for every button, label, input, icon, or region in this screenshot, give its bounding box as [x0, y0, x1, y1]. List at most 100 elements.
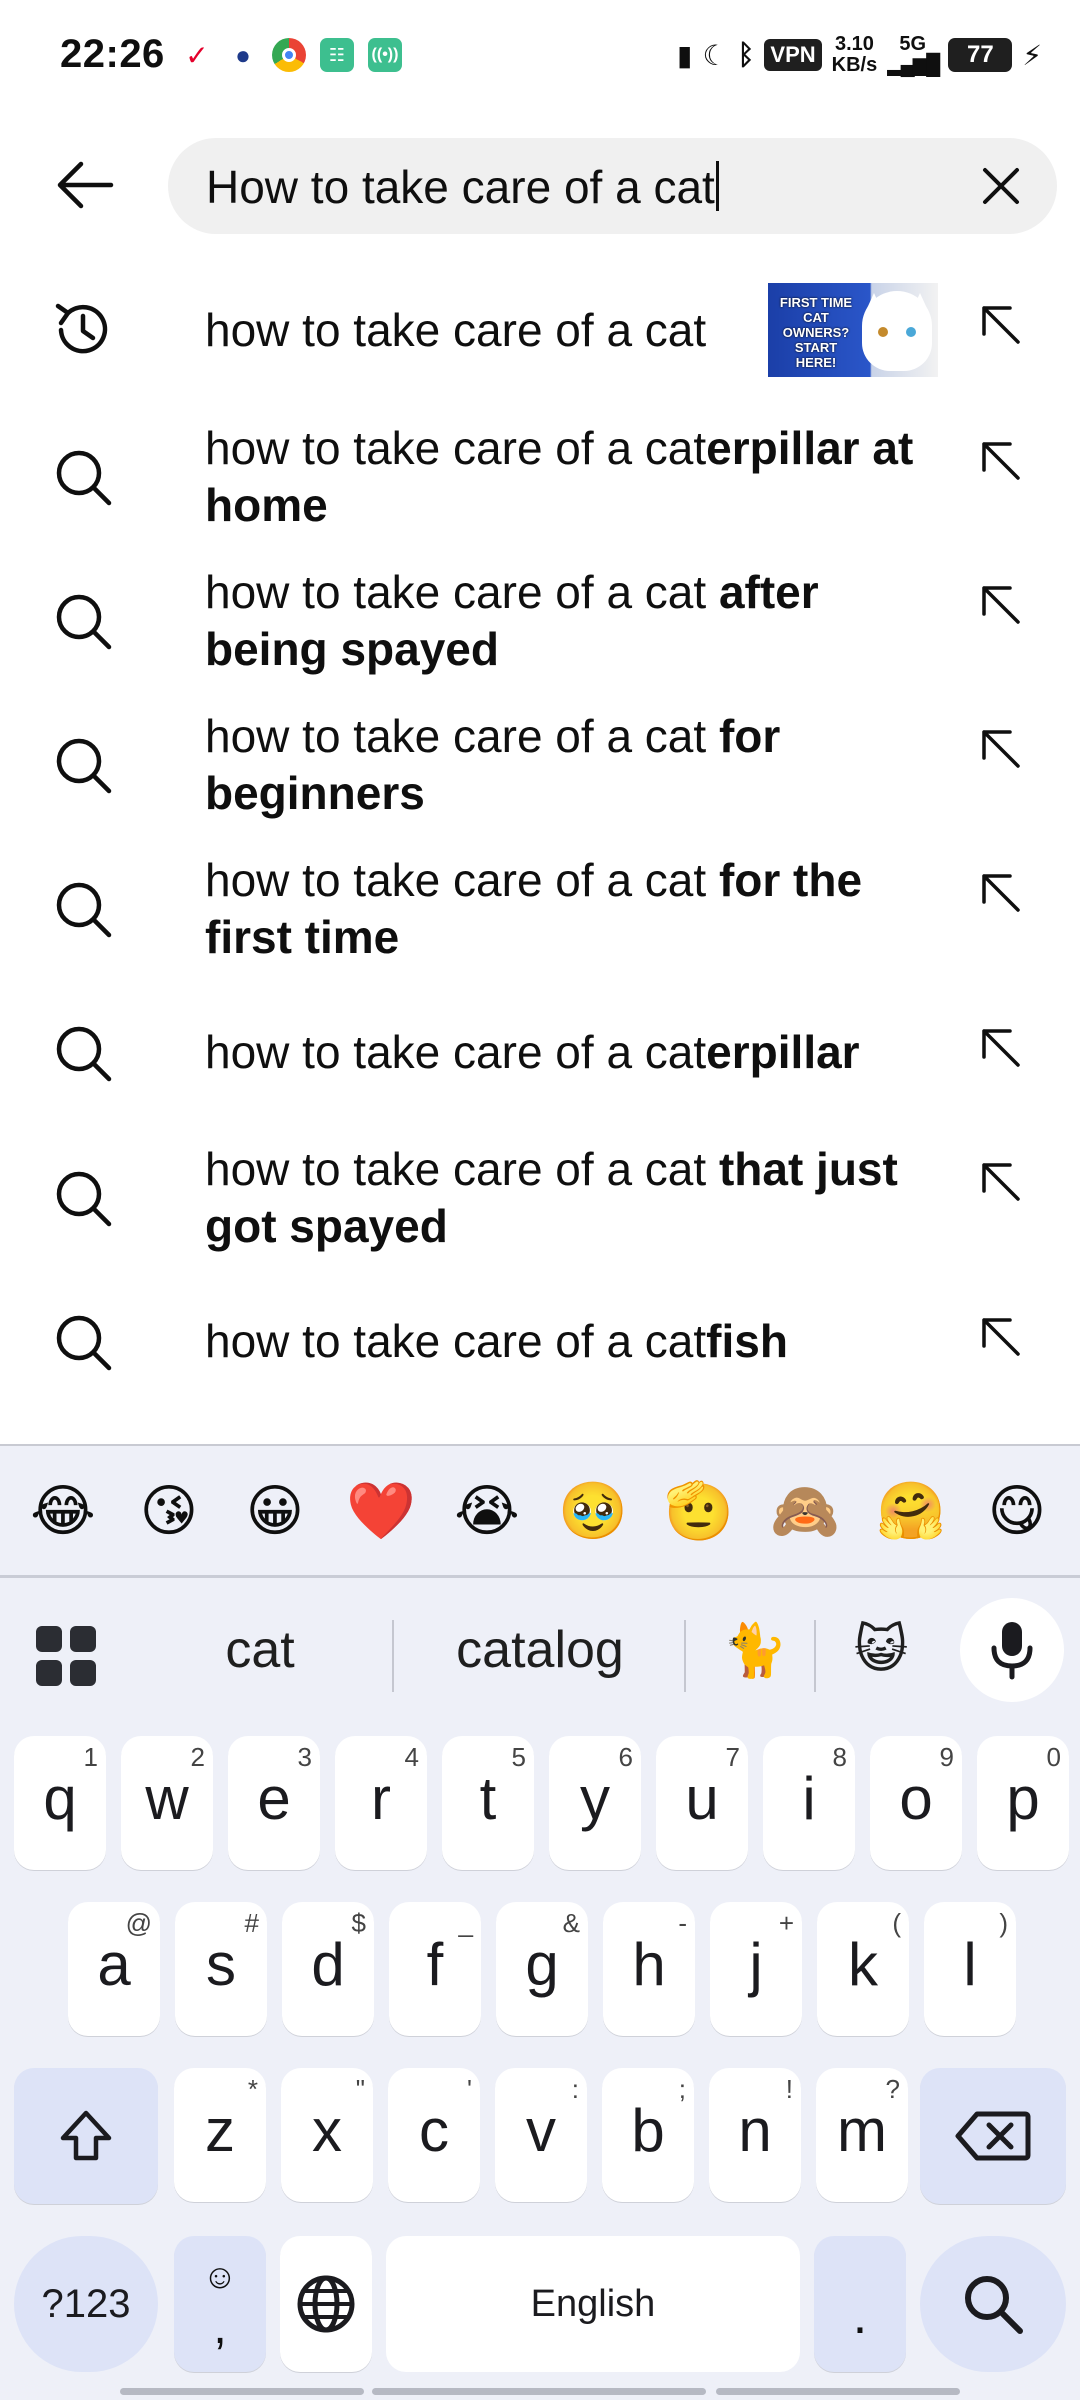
word-suggestion-bar: cat catalog 🐈 😺	[0, 1578, 1080, 1714]
key-u[interactable]: 7u	[656, 1736, 748, 1870]
word-suggestion[interactable]: catalog	[410, 1620, 670, 1680]
cat-image	[862, 291, 932, 371]
suggestion-text: how to take care of a cat that just got …	[205, 1143, 898, 1252]
key-t[interactable]: 5t	[442, 1736, 534, 1870]
backspace-key[interactable]	[920, 2068, 1066, 2204]
key-z[interactable]: * z	[174, 2068, 266, 2202]
suggestion-text: how to take care of a cat for the first …	[205, 854, 863, 963]
search-suggestion-item[interactable]: how to take care of a cat for beginners	[0, 708, 1080, 822]
key-p[interactable]: 0p	[977, 1736, 1069, 1870]
search-icon	[50, 588, 116, 654]
emoji-suggestion[interactable]: 🙈	[760, 1478, 850, 1544]
fill-query-arrow-icon[interactable]	[970, 862, 1030, 922]
emoji-suggestion[interactable]: 😺	[826, 1620, 936, 1680]
word-suggestion[interactable]: cat	[150, 1620, 370, 1680]
back-arrow-icon	[57, 161, 114, 209]
search-suggestion-item[interactable]: how to take care of a cat that just got …	[0, 1141, 1080, 1255]
divider	[684, 1620, 686, 1692]
shift-arrow-icon	[60, 2110, 112, 2161]
emoji-suggestion[interactable]: 🤗	[866, 1478, 956, 1544]
history-icon	[50, 297, 116, 363]
search-icon	[50, 1165, 116, 1231]
search-input[interactable]: How to take care of a cat	[206, 160, 719, 214]
fill-query-arrow-icon[interactable]	[970, 1151, 1030, 1211]
key-b[interactable]: ; b	[602, 2068, 694, 2202]
emoji-suggestion[interactable]: 😭	[442, 1478, 532, 1544]
key-j[interactable]: + j	[710, 1902, 802, 2036]
fill-query-arrow-icon[interactable]	[970, 574, 1030, 634]
search-suggestion-item[interactable]: how to take care of a cat for the first …	[0, 852, 1080, 966]
gesture-navigation-bar	[0, 2382, 1080, 2400]
fill-query-arrow-icon[interactable]	[970, 294, 1030, 354]
key-i[interactable]: 8i	[763, 1736, 855, 1870]
fill-query-arrow-icon[interactable]	[970, 430, 1030, 490]
suggestion-text: how to take care of a cat for beginners	[205, 710, 781, 819]
search-suggestion-item[interactable]: how to take care of a cat after being sp…	[0, 564, 1080, 678]
close-icon	[983, 168, 1019, 204]
divider	[392, 1620, 394, 1692]
key-d[interactable]: $ d	[282, 1902, 374, 2036]
video-thumbnail[interactable]: FIRST TIME CAT OWNERS? START HERE!	[768, 283, 938, 377]
key-o[interactable]: 9o	[870, 1736, 962, 1870]
microphone-icon	[991, 1622, 1033, 1680]
emoji-suggestion[interactable]: 😀	[230, 1478, 320, 1544]
key-h[interactable]: -h	[603, 1902, 695, 2036]
search-field[interactable]: How to take care of a cat	[168, 138, 1057, 234]
emoji-suggestion[interactable]: 😋	[972, 1478, 1062, 1544]
smiley-icon: ☺	[202, 2258, 238, 2296]
emoji-suggestion[interactable]: 😘	[124, 1478, 214, 1544]
on-screen-keyboard: 😂 😘 😀 ❤️ 😭 🥹 🫡 🙈 🤗 😋 cat catalog 🐈 😺 1q2w3e4r5t6y…	[0, 1444, 1080, 2400]
key-v[interactable]: :v	[495, 2068, 587, 2202]
emoji-suggestion[interactable]: 😂	[18, 1478, 108, 1544]
fill-query-arrow-icon[interactable]	[970, 718, 1030, 778]
back-button[interactable]	[40, 150, 130, 220]
search-suggestion-item[interactable]: how to take care of a caterpillar at hom…	[0, 420, 1080, 534]
emoji-suggestion[interactable]: ❤️	[336, 1478, 426, 1544]
fill-query-arrow-icon[interactable]	[970, 1306, 1030, 1366]
search-icon	[50, 1020, 116, 1086]
search-icon	[965, 2276, 1023, 2334]
voice-input-button[interactable]	[960, 1598, 1064, 1702]
key-w[interactable]: 2w	[121, 1736, 213, 1870]
search-suggestion-item[interactable]: how to take care of a catfish	[0, 1313, 1080, 1370]
key-m[interactable]: ? m	[816, 2068, 908, 2202]
emoji-suggestion[interactable]: 🐈	[700, 1620, 810, 1680]
search-icon	[50, 444, 116, 510]
divider	[814, 1620, 816, 1692]
search-suggestion-item[interactable]: how to take care of a caterpillar	[0, 1024, 1080, 1081]
key-y[interactable]: 6y	[549, 1736, 641, 1870]
shift-key[interactable]	[14, 2068, 158, 2204]
symbols-key[interactable]: ?123	[14, 2236, 158, 2372]
language-key[interactable]	[280, 2236, 372, 2372]
key-l[interactable]: ) l	[924, 1902, 1016, 2036]
key-f[interactable]: _ f	[389, 1902, 481, 2036]
text-cursor	[715, 161, 719, 211]
keyboard-apps-grid-icon[interactable]	[36, 1626, 98, 1688]
key-k[interactable]: (k	[817, 1902, 909, 2036]
emoji-suggestion[interactable]: 🥹	[548, 1478, 638, 1544]
suggestion-text: how to take care of a caterpillar	[205, 1026, 860, 1078]
key-s[interactable]: # s	[175, 1902, 267, 2036]
emoji-comma-key[interactable]: ☺ ,	[174, 2236, 266, 2372]
clear-search-button[interactable]	[975, 160, 1027, 212]
emoji-suggestion[interactable]: 🫡	[654, 1478, 744, 1544]
backspace-icon	[955, 2111, 1031, 2161]
key-n[interactable]: ! n	[709, 2068, 801, 2202]
key-c[interactable]: ' c	[388, 2068, 480, 2202]
search-icon	[50, 732, 116, 798]
suggestion-text: how to take care of a caterpillar at hom…	[205, 422, 914, 531]
key-a[interactable]: @ a	[68, 1902, 160, 2036]
search-icon	[50, 876, 116, 942]
suggestion-text: how to take care of a cat after being sp…	[205, 566, 819, 675]
search-key[interactable]	[920, 2236, 1066, 2372]
key-r[interactable]: 4r	[335, 1736, 427, 1870]
suggestion-text: how to take care of a catfish	[205, 1315, 788, 1367]
key-q[interactable]: 1q	[14, 1736, 106, 1870]
fill-query-arrow-icon[interactable]	[970, 1017, 1030, 1077]
key-x[interactable]: " x	[281, 2068, 373, 2202]
key-g[interactable]: & g	[496, 1902, 588, 2036]
period-key[interactable]: .	[814, 2236, 906, 2372]
search-icon	[50, 1309, 116, 1375]
space-key[interactable]: English	[386, 2236, 800, 2372]
key-e[interactable]: 3e	[228, 1736, 320, 1870]
